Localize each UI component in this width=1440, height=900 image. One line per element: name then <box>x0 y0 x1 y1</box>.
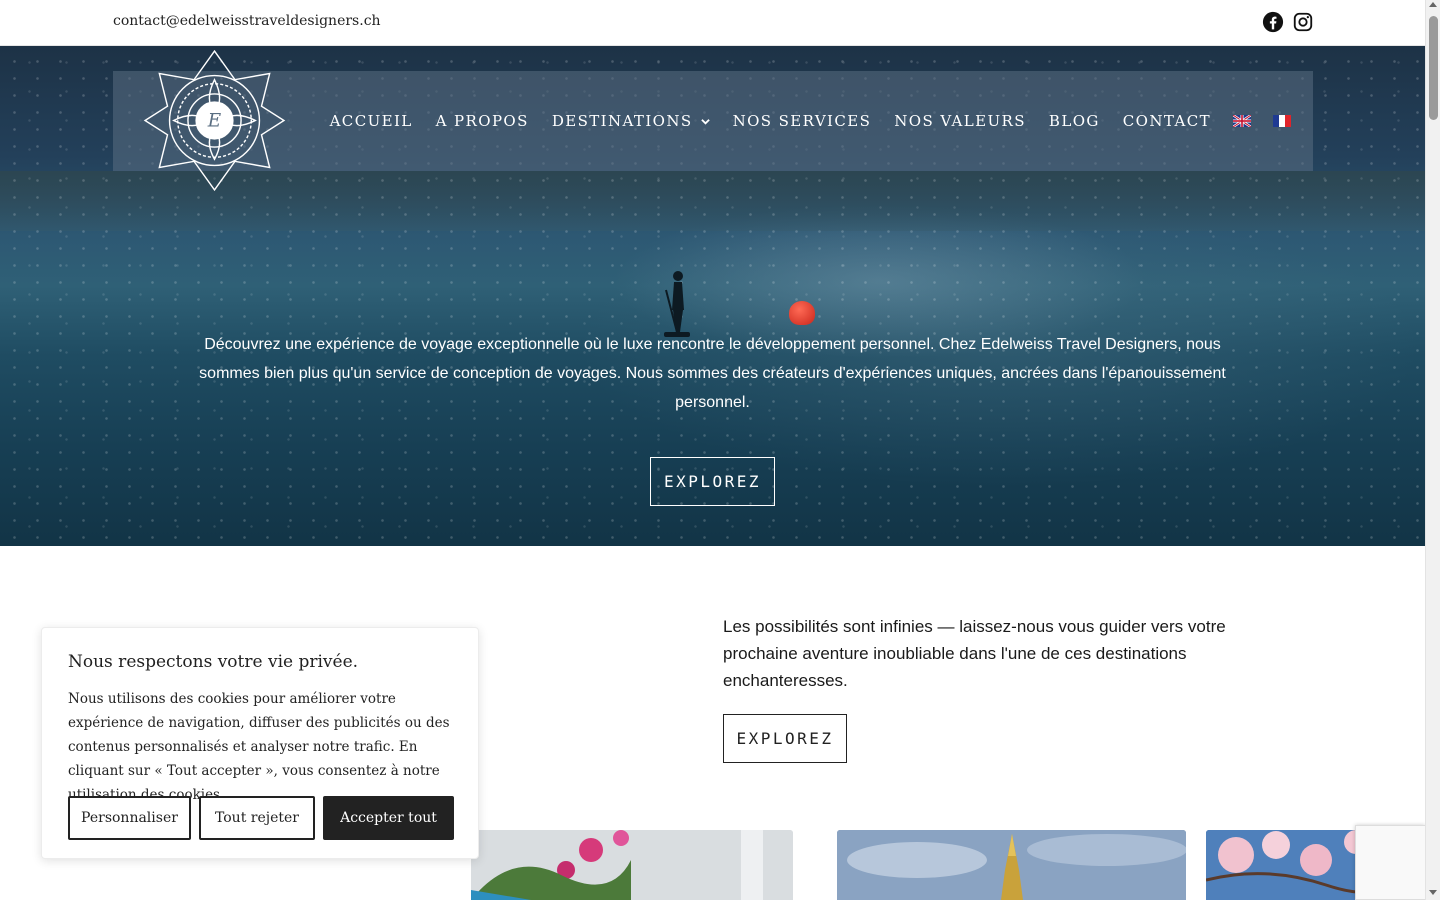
destination-card-image <box>471 830 793 900</box>
facebook-icon[interactable] <box>1262 11 1284 33</box>
cookie-banner-text: Nous utilisons des cookies pour améliore… <box>68 691 450 803</box>
edelweiss-logo-icon[interactable]: E <box>143 49 286 192</box>
top-bar: contact@edelweisstraveldesigners.ch <box>0 0 1425 46</box>
destination-card[interactable] <box>837 830 1186 900</box>
red-buoy <box>789 301 815 325</box>
nav-item-nos-valeurs[interactable]: NOS VALEURS <box>894 112 1026 130</box>
nav-item-label: CONTACT <box>1122 112 1211 130</box>
nav-item-destinations[interactable]: DESTINATIONS <box>552 112 710 130</box>
instagram-icon[interactable] <box>1292 11 1314 33</box>
hero-description: Découvrez une expérience de voyage excep… <box>199 336 1226 411</box>
french-flag-icon <box>1273 115 1291 127</box>
cookie-consent-banner: Nous respectons votre vie privée. Nous u… <box>41 627 479 859</box>
cookie-button-group: Personnaliser Tout rejeter Accepter tout <box>68 796 454 840</box>
page-scrollbar[interactable] <box>1425 0 1440 900</box>
contact-email-link[interactable]: contact@edelweisstraveldesigners.ch <box>113 13 381 29</box>
svg-text:E: E <box>207 111 222 132</box>
nav-item-label: NOS VALEURS <box>894 112 1026 130</box>
nav-item-nos-services[interactable]: NOS SERVICES <box>733 112 872 130</box>
scroll-up-arrow-icon[interactable] <box>1429 2 1437 7</box>
hero-explore-button[interactable]: EXPLOREZ <box>650 457 775 506</box>
nav-item-a-propos[interactable]: A PROPOS <box>436 112 529 130</box>
destinations-explore-button[interactable]: EXPLOREZ <box>723 714 847 763</box>
cookie-reject-all-button[interactable]: Tout rejeter <box>199 796 315 840</box>
main-menu: ACCUEIL A PROPOS DESTINATIONS NOS SERVIC… <box>307 71 1291 171</box>
nav-item-blog[interactable]: BLOG <box>1049 112 1100 130</box>
main-navbar: E ACCUEIL A PROPOS DESTINATIONS NOS SERV… <box>113 49 1313 192</box>
nav-item-label: BLOG <box>1048 112 1100 130</box>
destinations-intro-text: Les possibilités sont infinies — laissez… <box>723 617 1226 690</box>
hero-section: E ACCUEIL A PROPOS DESTINATIONS NOS SERV… <box>0 46 1425 546</box>
nav-item-label: ACCUEIL <box>329 112 413 130</box>
english-flag-icon <box>1233 115 1251 127</box>
nav-item-label: NOS SERVICES <box>732 112 872 130</box>
nav-item-label: A PROPOS <box>435 112 529 130</box>
nav-item-label: DESTINATIONS <box>551 112 693 130</box>
nav-item-accueil[interactable]: ACCUEIL <box>330 112 413 130</box>
recaptcha-badge[interactable] <box>1355 825 1425 900</box>
cookie-accept-all-button[interactable]: Accepter tout <box>323 796 454 840</box>
destination-card-image <box>837 830 1186 900</box>
scrollbar-thumb[interactable] <box>1429 16 1438 120</box>
destination-card[interactable] <box>471 830 793 900</box>
scroll-down-arrow-icon[interactable] <box>1429 890 1437 895</box>
language-french[interactable] <box>1273 115 1291 127</box>
cookie-customize-button[interactable]: Personnaliser <box>68 796 191 840</box>
nav-item-contact[interactable]: CONTACT <box>1123 112 1211 130</box>
language-english[interactable] <box>1233 115 1251 127</box>
chevron-down-icon <box>700 118 710 125</box>
cookie-banner-title: Nous respectons votre vie privée. <box>68 652 359 672</box>
